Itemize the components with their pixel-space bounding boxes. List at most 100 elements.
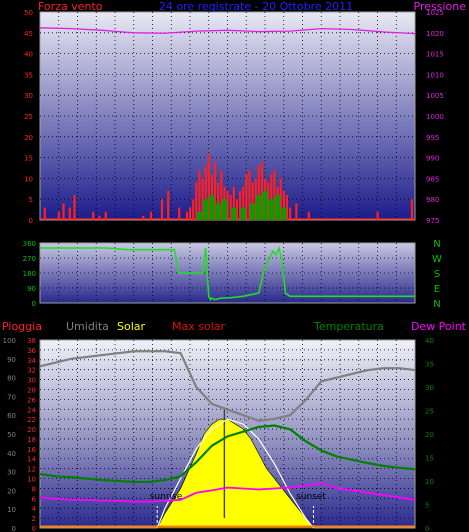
- pressure-tick-label: 995: [426, 134, 439, 142]
- temperature-y-axis: 0 5 10 15 20 25 30 35 40: [425, 337, 434, 532]
- wind-avg-bar: [196, 211, 202, 220]
- temperature-tick-label: 30: [425, 384, 434, 392]
- wind-gust-bar: [149, 211, 153, 220]
- wind-gust-bar: [295, 203, 298, 220]
- rain-tick-label: 6: [32, 495, 37, 503]
- temperature-tick-label: 0: [425, 525, 429, 532]
- wind-gust-bar: [192, 199, 195, 220]
- wind-y-axis: 0 5 10 15 20 25 30 35 40 45 50: [24, 9, 33, 225]
- wind-gust-bar: [68, 207, 71, 220]
- hour-tick-label: 15: [271, 231, 281, 240]
- wind-gust-bar: [73, 195, 76, 220]
- temp-humidity-solar-chart: Pioggia Umidita Solar Max solar Temperat…: [2, 320, 467, 532]
- rain-tick-label: 32: [27, 367, 36, 375]
- wind-avg-bar: [275, 195, 280, 220]
- pressure-tick-label: 1015: [426, 51, 444, 59]
- hour-tick-label: 03: [82, 231, 92, 240]
- rain-tick-label: 30: [27, 377, 36, 385]
- wind-tick-label: 30: [24, 92, 33, 100]
- wind-axis-label: Forza vento: [38, 0, 103, 13]
- humidity-tick-label: 70: [7, 393, 16, 401]
- rain-tick-label: 14: [27, 456, 36, 464]
- hour-tick-label: 02: [66, 231, 76, 240]
- wind-tick-label: 0: [29, 217, 33, 225]
- rain-tick-label: 20: [27, 426, 36, 434]
- compass-letter: W: [432, 254, 442, 265]
- pressure-y-axis: 975980985990995100010051010101510201025: [426, 9, 444, 225]
- hour-tick-label: 21: [374, 231, 384, 240]
- wind-tick-label: 5: [29, 196, 33, 204]
- rain-tick-label: 10: [27, 476, 36, 484]
- compass-letters: NWSEN: [432, 239, 442, 310]
- wind-tick-label: 45: [24, 30, 33, 38]
- rain-tick-label: 2: [32, 515, 36, 523]
- humidity-tick-label: 60: [7, 412, 16, 420]
- rain-legend: Pioggia: [2, 320, 42, 333]
- wind-gust-bar: [410, 199, 414, 220]
- direction-tick-label: 0: [32, 300, 36, 308]
- rain-tick-label: 12: [27, 466, 36, 474]
- weather-dashboard: 05101520253035404550 9759809859909951000…: [2, 0, 467, 532]
- wind-avg-bar: [262, 190, 268, 220]
- dewpoint-legend: Dew Point: [411, 320, 467, 333]
- wind-gust-bar: [289, 207, 292, 220]
- hour-tick-label: 23: [405, 231, 415, 240]
- rain-tick-label: 8: [32, 485, 36, 493]
- rain-tick-label: 4: [32, 505, 37, 513]
- compass-letter: N: [433, 239, 440, 250]
- rain-tick-label: 26: [27, 396, 36, 404]
- pressure-tick-label: 1005: [426, 92, 444, 100]
- humidity-tick-label: 30: [7, 469, 16, 477]
- pressure-tick-label: 1010: [426, 71, 444, 79]
- hour-tick-label: 09: [171, 231, 181, 240]
- pressure-tick-label: 1020: [426, 30, 444, 38]
- rain-y-axis: 02468101214161820222426283032343638: [27, 337, 36, 532]
- wind-tick-label: 50: [24, 9, 33, 17]
- wind-x-axis: 02 03 04 06 09 11 13 15 17 19 21 23: [66, 231, 415, 240]
- wind-avg-bar: [268, 199, 274, 220]
- rain-tick-label: 16: [27, 446, 36, 454]
- wind-avg-bar: [240, 207, 246, 220]
- temperature-tick-label: 10: [425, 478, 434, 486]
- temperature-tick-label: 35: [425, 361, 434, 369]
- wind-gust-bar: [307, 211, 310, 220]
- wind-avg-bar: [256, 195, 262, 220]
- wind-gust-bar: [92, 211, 95, 220]
- wind-avg-bar: [203, 199, 209, 220]
- wind-pressure-chart: 05101520253035404550 9759809859909951000…: [24, 0, 466, 240]
- temperature-tick-label: 15: [425, 455, 434, 463]
- temperature-tick-label: 40: [425, 337, 434, 345]
- humidity-tick-label: 50: [7, 431, 16, 439]
- direction-tick-label: 360: [23, 240, 36, 248]
- wind-gust-bar: [104, 211, 107, 220]
- compass-letter: E: [434, 284, 440, 295]
- wind-avg-bar: [281, 207, 287, 220]
- humidity-tick-label: 100: [3, 337, 16, 345]
- direction-tick-label: 180: [23, 270, 36, 278]
- wind-gust-bar: [57, 211, 60, 220]
- wind-avg-bar: [250, 203, 255, 220]
- wind-direction-chart: 090180270360 NWSEN: [23, 239, 442, 310]
- humidity-tick-label: 90: [7, 356, 16, 364]
- pressure-tick-label: 975: [426, 217, 439, 225]
- wind-gust-bar: [185, 211, 189, 220]
- compass-letter: S: [434, 269, 440, 280]
- solar-legend: Solar: [117, 320, 146, 333]
- temperature-tick-label: 5: [425, 502, 429, 510]
- hour-tick-label: 11: [216, 231, 226, 240]
- wind-avg-bar: [221, 199, 227, 220]
- hour-tick-label: 13: [243, 231, 253, 240]
- temperature-tick-label: 20: [425, 431, 434, 439]
- rain-tick-label: 22: [27, 416, 36, 424]
- pressure-axis-label: Pressione: [414, 0, 467, 13]
- wind-tick-label: 35: [24, 71, 33, 79]
- chart-title: 24 ore registrate - 20 Ottobre 2011: [159, 0, 353, 13]
- wind-gust-bar: [98, 215, 101, 220]
- pressure-tick-label: 1000: [426, 113, 444, 121]
- humidity-legend: Umidita: [66, 320, 109, 333]
- rain-tick-label: 34: [27, 357, 36, 365]
- wind-tick-label: 10: [24, 175, 33, 183]
- humidity-tick-label: 40: [7, 450, 16, 458]
- humidity-y-axis: 0 10 20 30 40 50 60 70 80 90 100: [3, 337, 16, 532]
- hour-tick-label: 17: [310, 231, 320, 240]
